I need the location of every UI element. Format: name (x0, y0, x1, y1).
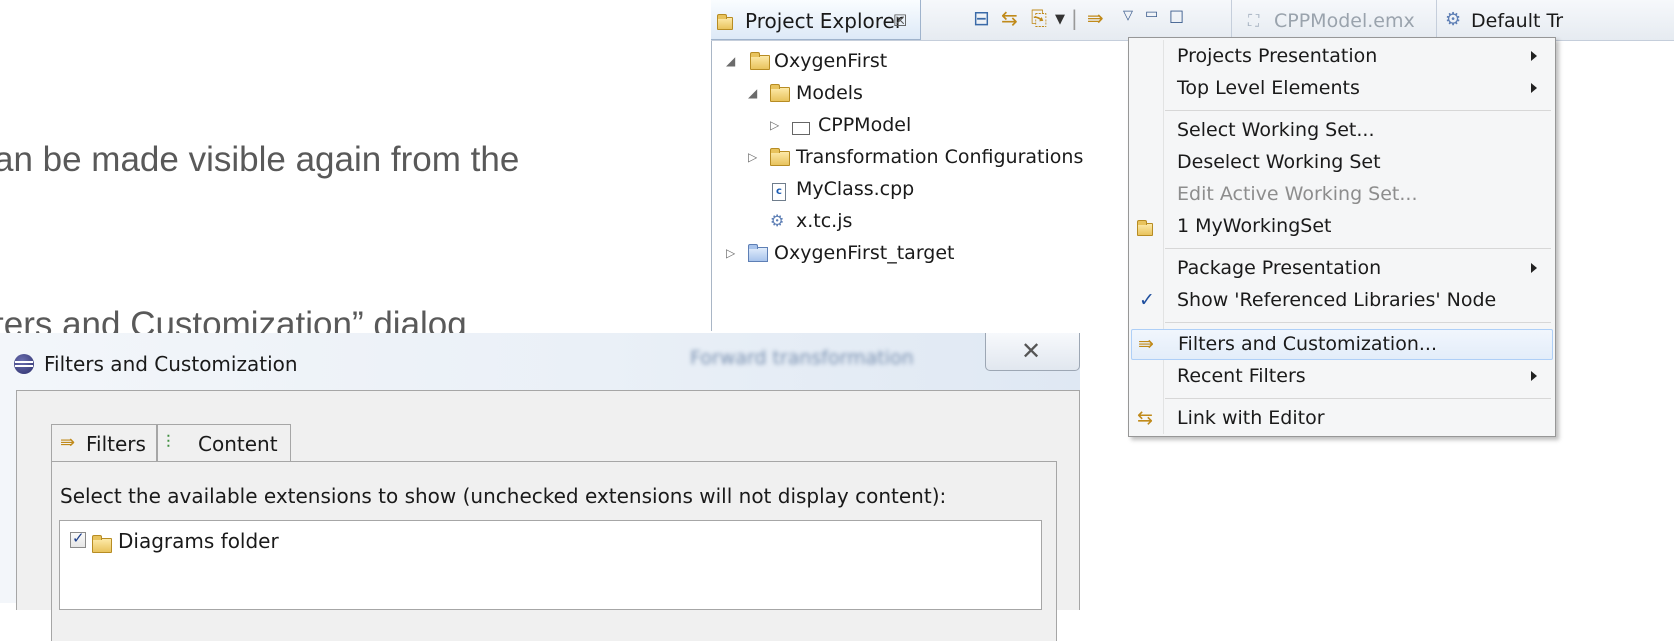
new-icon[interactable]: ⎘ (1031, 6, 1047, 30)
menu-item-show-referenced-libraries[interactable]: ✓ Show 'Referenced Libraries' Node (1131, 286, 1553, 317)
submenu-arrow-icon (1531, 371, 1537, 381)
extensions-description: Select the available extensions to show … (60, 484, 947, 508)
transformation-icon: ⚙ (1445, 9, 1462, 30)
collapsed-twistie-icon[interactable]: ▷ (748, 150, 757, 164)
tree-item-label: Transformation Configurations (796, 146, 1084, 168)
collapsed-twistie-icon[interactable]: ▷ (770, 118, 779, 132)
menu-item-label: Recent Filters (1177, 365, 1306, 387)
filter-icon: ⇛ (1138, 333, 1154, 355)
submenu-arrow-icon (1531, 51, 1537, 61)
tab-strip: ⇛ Filters ⫶ Content (51, 424, 1075, 464)
menu-item-package-presentation[interactable]: Package Presentation (1131, 254, 1553, 285)
content-icon: ⫶ (166, 432, 171, 453)
tab-label: Project Explorer (745, 9, 904, 33)
filter-icon: ⇛ (60, 432, 76, 453)
filter-icon[interactable]: ⇛ (1087, 6, 1104, 30)
view-menu-icon[interactable]: ▽ (1123, 8, 1133, 23)
tab-default-transformation[interactable]: Default Tr ⚙ (1436, 0, 1674, 40)
project-explorer-icon (717, 9, 733, 33)
tab-label: Content (198, 432, 278, 456)
menu-item-select-working-set[interactable]: Select Working Set... (1131, 116, 1553, 147)
models-folder-icon (770, 81, 790, 103)
menu-item-projects-presentation[interactable]: Projects Presentation (1131, 42, 1553, 73)
menu-item-my-working-set[interactable]: 1 MyWorkingSet (1131, 212, 1553, 243)
extension-checkbox[interactable] (70, 529, 86, 548)
dialog-title: Filters and Customization (44, 352, 298, 376)
model-icon: ⛶ (1248, 11, 1260, 30)
link-icon: ⇆ (1137, 407, 1153, 429)
tab-filters[interactable]: ⇛ Filters (51, 424, 157, 462)
menu-item-label: Filters and Customization... (1178, 333, 1437, 355)
menu-item-deselect-working-set[interactable]: Deselect Working Set (1131, 148, 1553, 179)
collapse-all-icon[interactable]: ⊟ (973, 6, 990, 30)
project-folder-icon (750, 49, 770, 71)
project-explorer-view: ◢ OxygenFirst ◢ Models ▷ CPPModel ▷ Tran… (711, 41, 1152, 331)
extension-label: Diagrams folder (118, 529, 279, 553)
diagrams-folder-icon (92, 530, 112, 554)
menu-separator (1165, 398, 1551, 399)
menu-item-label: Projects Presentation (1177, 45, 1378, 67)
submenu-arrow-icon (1531, 83, 1537, 93)
collapsed-twistie-icon[interactable]: ▷ (726, 246, 735, 260)
menu-item-label: Show 'Referenced Libraries' Node (1177, 289, 1497, 311)
dropdown-icon[interactable]: ▼ (1055, 12, 1065, 27)
background-window-text: Forward transformation (690, 347, 914, 369)
checkmark-icon: ✓ (1139, 289, 1155, 311)
tc-file-icon: ⚙ (770, 211, 785, 230)
maximize-icon[interactable]: □ (1169, 6, 1184, 25)
extensions-list[interactable]: Diagrams folder (59, 520, 1042, 610)
menu-item-label: Deselect Working Set (1177, 151, 1381, 173)
cpp-file-icon: c (770, 177, 786, 201)
submenu-arrow-icon (1531, 263, 1537, 273)
slide-line-1: an be made visible again from the (0, 140, 520, 179)
menu-item-label: Link with Editor (1177, 407, 1325, 429)
toolbar-separator: | (1071, 6, 1078, 30)
menu-item-label: Select Working Set... (1177, 119, 1375, 141)
eclipse-icon (14, 354, 34, 374)
minimize-icon[interactable]: ▭ (1145, 6, 1158, 22)
tab-label: Filters (86, 432, 146, 456)
view-tab-bar: Project Explorer ☒ ⊟ ⇆ ⎘ ▼ | ⇛ ▽ ▭ □ CPP… (711, 0, 1674, 41)
expanded-twistie-icon[interactable]: ◢ (748, 86, 757, 100)
tree-item-label: x.tc.js (796, 210, 853, 232)
menu-item-filters-and-customization[interactable]: ⇛ Filters and Customization... (1131, 329, 1553, 360)
menu-separator (1165, 322, 1551, 323)
dialog-close-button[interactable]: ✕ (985, 333, 1080, 371)
link-with-editor-icon[interactable]: ⇆ (1001, 6, 1018, 30)
menu-item-label: Top Level Elements (1177, 77, 1360, 99)
close-icon: ✕ (1021, 337, 1042, 365)
transformation-folder-icon (770, 145, 790, 167)
menu-item-label: 1 MyWorkingSet (1177, 215, 1332, 237)
tree-item-label: MyClass.cpp (796, 178, 915, 200)
menu-separator (1165, 110, 1551, 111)
tree-item-label: OxygenFirst_target (774, 242, 955, 264)
menu-item-recent-filters[interactable]: Recent Filters (1131, 362, 1553, 393)
tree-item-label: CPPModel (818, 114, 912, 136)
tab-content[interactable]: ⫶ Content (157, 424, 291, 462)
project-folder-icon (748, 241, 768, 263)
tab-label: CPPModel.emx (1274, 10, 1415, 32)
working-set-icon (1137, 215, 1153, 237)
menu-item-edit-active-working-set[interactable]: Edit Active Working Set... (1131, 180, 1553, 211)
menu-item-label: Edit Active Working Set... (1177, 183, 1418, 205)
expanded-twistie-icon[interactable]: ◢ (726, 54, 735, 68)
folder-icon (792, 113, 810, 135)
tree-item-label: OxygenFirst (774, 50, 888, 72)
view-context-menu: Projects Presentation Top Level Elements… (1128, 37, 1556, 437)
close-icon[interactable]: ☒ (893, 11, 907, 30)
tab-project-explorer[interactable]: Project Explorer ☒ (711, 0, 921, 40)
tree-item-label: Models (796, 82, 863, 104)
menu-item-link-with-editor[interactable]: ⇆ Link with Editor (1131, 404, 1553, 435)
menu-separator (1165, 248, 1551, 249)
tab-label: Default Tr (1471, 10, 1564, 32)
tab-cppmodel[interactable]: CPPModel.emx ⛶ (1231, 0, 1432, 40)
menu-item-label: Package Presentation (1177, 257, 1382, 279)
menu-item-top-level-elements[interactable]: Top Level Elements (1131, 74, 1553, 105)
